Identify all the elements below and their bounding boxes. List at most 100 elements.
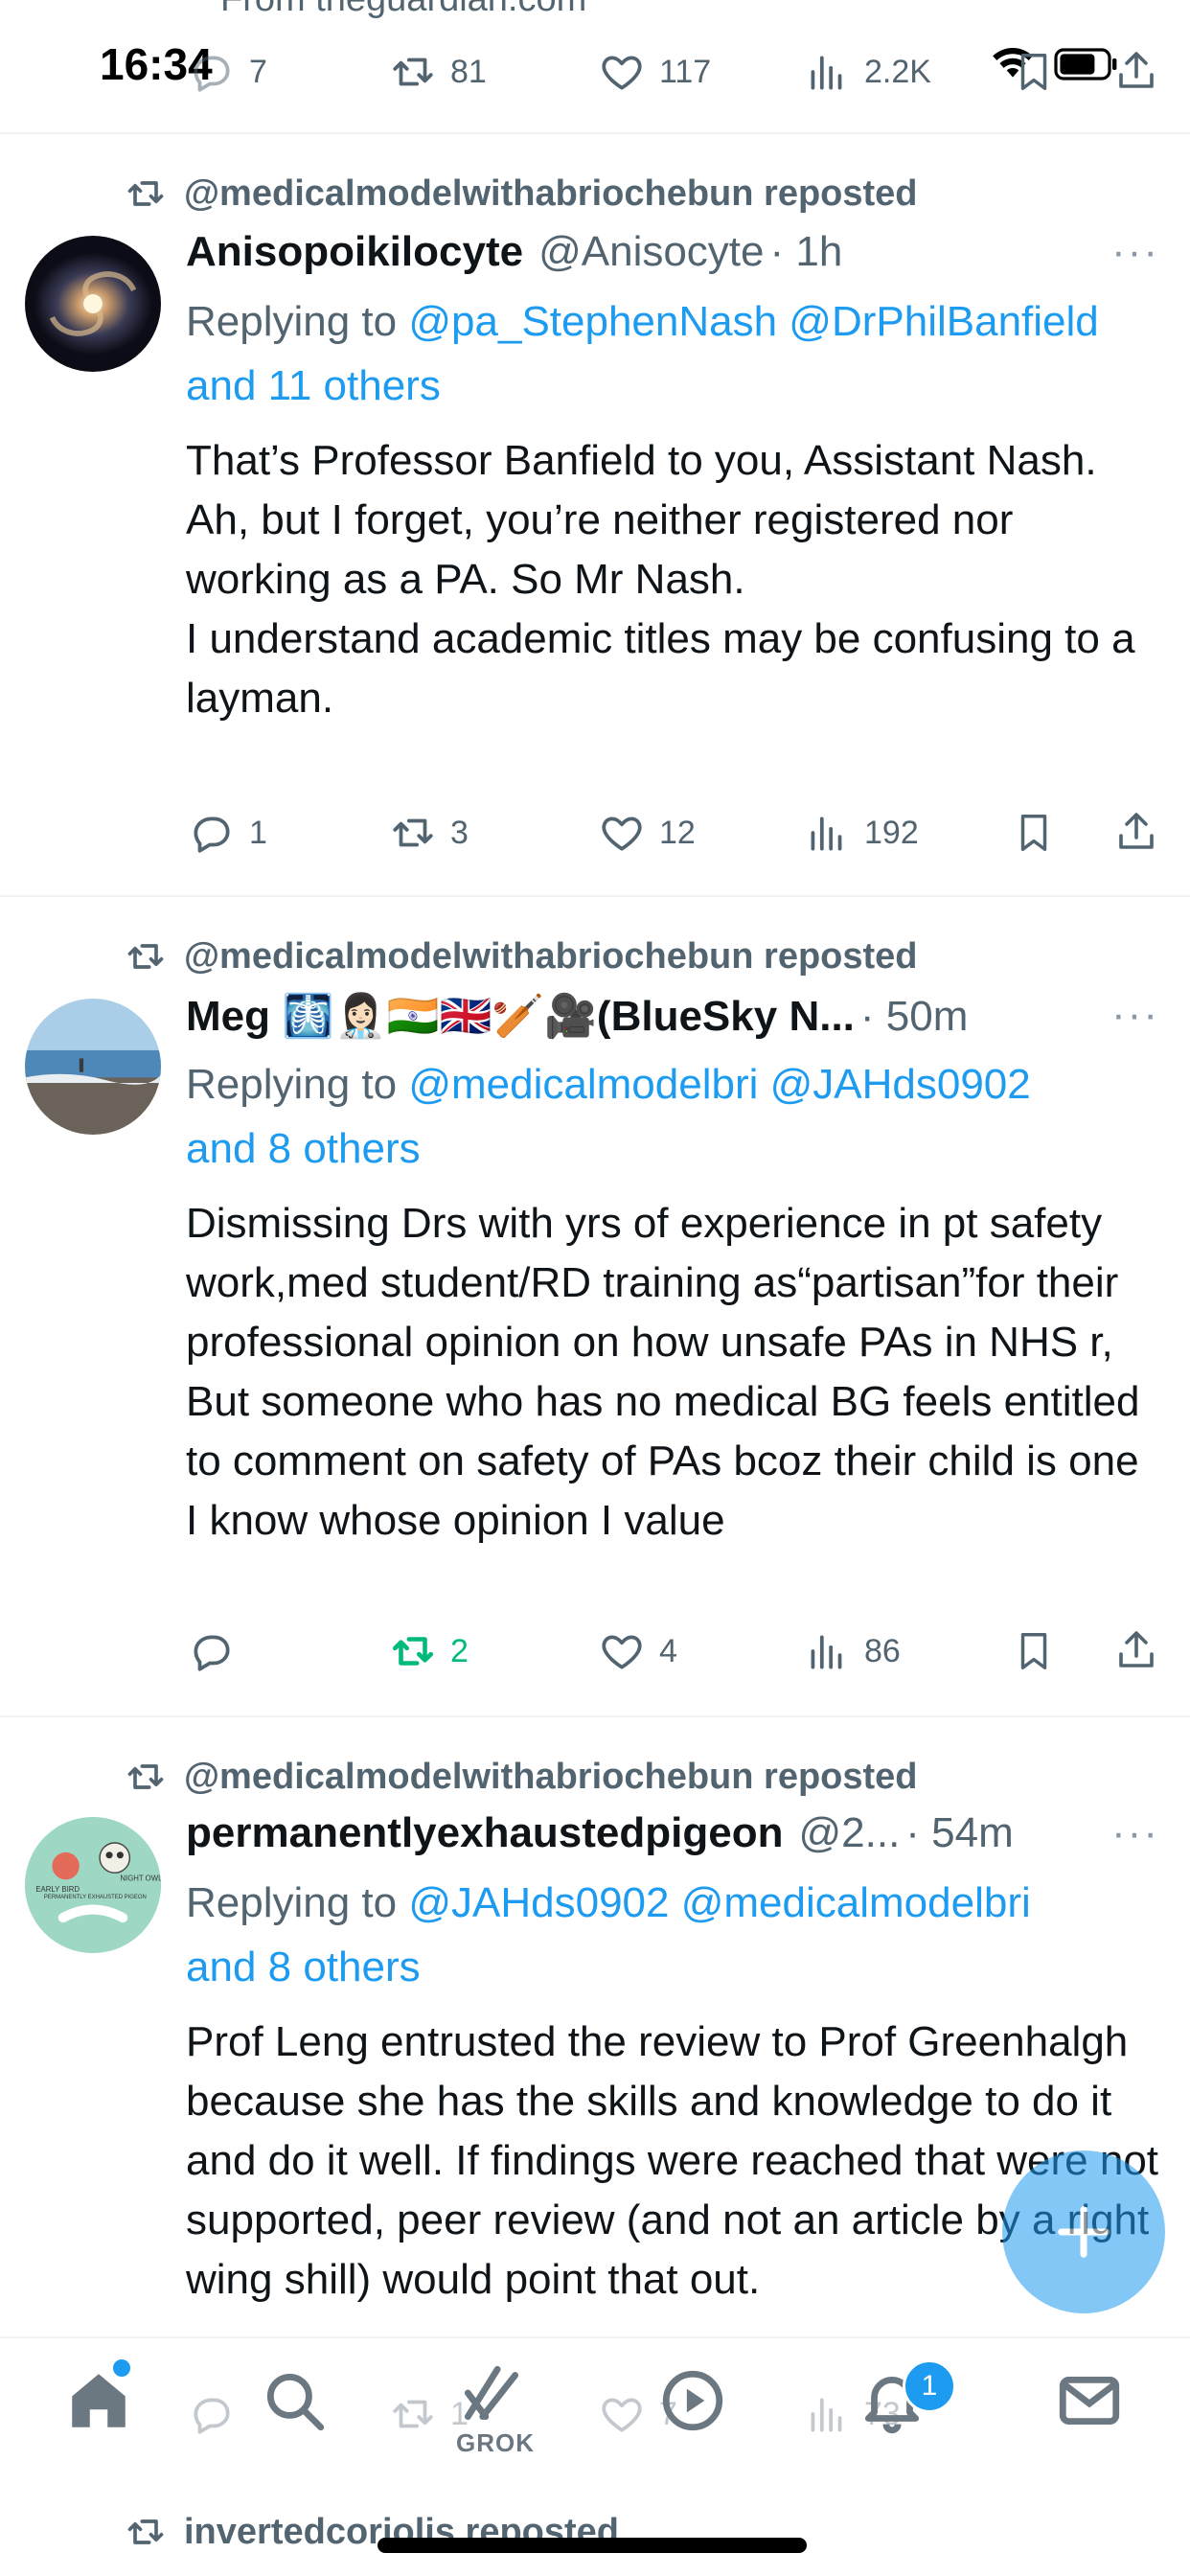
like-count: 12	[659, 814, 696, 851]
avatar[interactable]	[25, 999, 161, 1135]
views-icon	[803, 2390, 851, 2438]
bookmark-icon[interactable]	[1012, 811, 1056, 855]
reposted-by: @medicalmodelwithabriochebun reposted	[184, 1756, 918, 1797]
replying-to: Replying to @medicalmodelbri @JAHds0902 …	[186, 1052, 1163, 1181]
battery-icon	[1054, 48, 1119, 80]
replying-handles[interactable]: @medicalmodelbri @JAHds0902	[408, 1061, 1030, 1108]
tab-messages[interactable]	[1054, 2365, 1125, 2436]
repost-indicator: @medicalmodelwithabriochebun reposted	[125, 935, 918, 978]
repost-count: 81	[450, 53, 487, 90]
like-icon	[598, 809, 646, 857]
reposted-by: @medicalmodelwithabriochebun reposted	[184, 935, 918, 977]
divider	[0, 1715, 1190, 1717]
repost-icon	[389, 1627, 437, 1675]
replying-others[interactable]: and 8 others	[186, 1944, 421, 1990]
replying-prefix: Replying to	[186, 298, 409, 345]
tweet-header: Meg 🩻👩🏻‍⚕️🇮🇳🇬🇧🏏🎥(BlueSky N... · 50m	[186, 991, 1161, 1041]
home-indicator[interactable]	[378, 2538, 807, 2553]
play-icon	[657, 2365, 728, 2436]
avatar-early-text: EARLY BIRD	[35, 1885, 80, 1894]
divider	[0, 895, 1190, 897]
reply-icon	[188, 1627, 236, 1675]
like-count: 117	[659, 53, 712, 90]
replying-to: Replying to @pa_StephenNash @DrPhilBanfi…	[186, 289, 1163, 418]
tweet-time: · 54m	[905, 1809, 1014, 1856]
like-icon	[598, 2390, 646, 2438]
tab-search[interactable]	[259, 2365, 330, 2436]
share-icon[interactable]	[1113, 48, 1159, 94]
repost-indicator: @medicalmodelwithabriochebun reposted	[125, 172, 918, 215]
like-icon	[598, 1627, 646, 1675]
views-icon	[803, 48, 851, 96]
reposted-by: @medicalmodelwithabriochebun reposted	[184, 172, 918, 214]
views-count: 86	[864, 1632, 901, 1669]
like-button[interactable]: 117	[598, 48, 711, 96]
reply-icon	[188, 2390, 236, 2438]
repost-icon	[389, 48, 437, 96]
repost-button[interactable]: 3	[389, 809, 469, 857]
reply-button[interactable]	[188, 1627, 249, 1675]
display-name[interactable]: Meg 🩻👩🏻‍⚕️🇮🇳🇬🇧🏏🎥(BlueSky N...	[186, 991, 855, 1041]
repost-icon	[125, 935, 167, 978]
repost-indicator: @medicalmodelwithabriochebun reposted	[125, 1756, 918, 1798]
repost-button[interactable]: 81	[389, 48, 487, 96]
tweet-time: · 50m	[859, 993, 969, 1040]
more-icon[interactable]: ···	[1111, 228, 1159, 276]
divider	[0, 132, 1190, 134]
like-icon	[598, 48, 646, 96]
bookmark-icon[interactable]	[1012, 1629, 1056, 1673]
tab-video[interactable]	[657, 2365, 728, 2436]
replying-prefix: Replying to	[186, 1061, 409, 1108]
user-handle[interactable]: @2...	[798, 1809, 900, 1857]
views-icon	[803, 1627, 851, 1675]
user-handle[interactable]: @Anisocyte	[538, 228, 764, 276]
share-icon[interactable]	[1113, 809, 1159, 855]
replying-others[interactable]: and 8 others	[186, 1125, 421, 1172]
avatar[interactable]: EARLY BIRD NIGHT OWL PERMANENTLY EXHAUST…	[25, 1817, 161, 1953]
more-icon[interactable]: ···	[1111, 991, 1159, 1039]
reply-icon	[188, 809, 236, 857]
views-count: 2.2K	[864, 53, 931, 90]
replying-handles[interactable]: @pa_StephenNash @DrPhilBanfield	[408, 298, 1098, 345]
reply-button[interactable]	[188, 2390, 236, 2438]
like-button[interactable]: 4	[598, 1627, 677, 1675]
home-icon	[63, 2365, 134, 2436]
tweet-text: Dismissing Drs with yrs of experience in…	[186, 1200, 1140, 1544]
repost-icon	[389, 2390, 437, 2438]
tweet-header: permanentlyexhaustedpigeon @2... · 54m	[186, 1809, 1161, 1857]
previous-tweet-source: From theguardian.com	[220, 0, 586, 20]
views-button[interactable]: 86	[803, 1627, 901, 1675]
views-button[interactable]: 192	[803, 809, 919, 857]
tweet-text: That’s Professor Banfield to you, Assist…	[186, 437, 1135, 722]
views-button[interactable]: 2.2K	[803, 48, 931, 96]
reply-icon	[188, 48, 236, 96]
repost-icon	[125, 1756, 167, 1798]
reply-button[interactable]: 1	[188, 809, 267, 857]
plus-icon	[1050, 2198, 1117, 2266]
replying-prefix: Replying to	[186, 1879, 409, 1926]
repost-count: 3	[450, 814, 469, 851]
replying-others[interactable]: and 11 others	[186, 362, 441, 409]
bookmark-icon[interactable]	[1012, 50, 1056, 94]
tab-home[interactable]	[63, 2365, 134, 2436]
grok-label: GROK	[456, 2428, 535, 2457]
replying-handles[interactable]: @JAHds0902 @medicalmodelbri	[408, 1879, 1030, 1926]
views-count: 192	[864, 814, 919, 851]
compose-button[interactable]	[1002, 2150, 1165, 2313]
like-button[interactable]: 12	[598, 809, 696, 857]
repost-icon	[125, 172, 167, 215]
avatar-night-text: NIGHT OWL	[120, 1874, 161, 1883]
more-icon[interactable]: ···	[1111, 1809, 1159, 1857]
tweet-header: Anisopoikilocyte @Anisocyte · 1h	[186, 228, 1161, 276]
share-icon[interactable]	[1113, 1627, 1159, 1673]
reply-button[interactable]: 7	[188, 48, 267, 96]
views-icon	[803, 809, 851, 857]
display-name[interactable]: Anisopoikilocyte	[186, 228, 523, 276]
avatar[interactable]	[25, 236, 161, 372]
display-name[interactable]: permanentlyexhaustedpigeon	[186, 1809, 783, 1857]
tab-grok[interactable]	[456, 2358, 527, 2428]
avatar-caption-text: PERMANENTLY EXHAUSTED PIGEON	[44, 1895, 147, 1900]
tweet-time: · 1h	[769, 228, 843, 275]
repost-button[interactable]: 2	[389, 1627, 469, 1675]
repost-icon	[125, 2511, 167, 2553]
